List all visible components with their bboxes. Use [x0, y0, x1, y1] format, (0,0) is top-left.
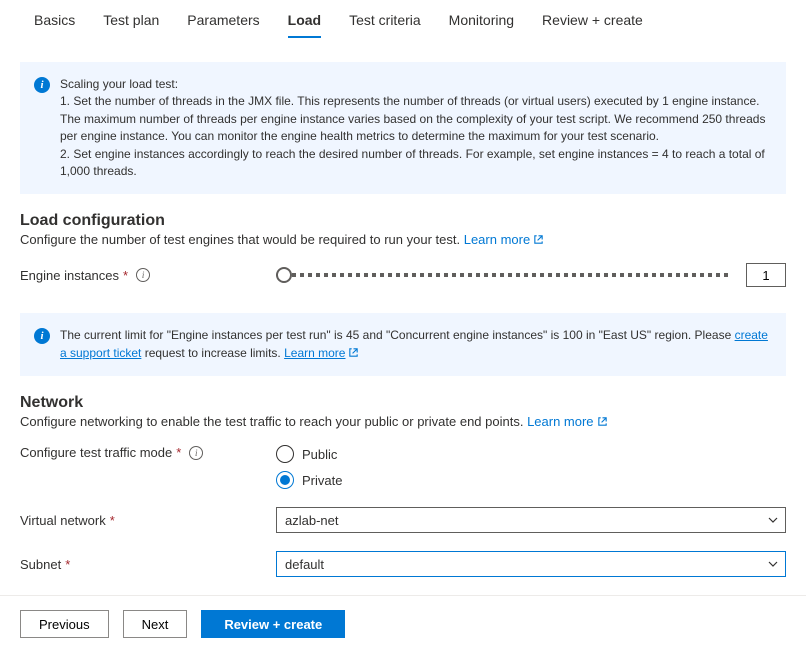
select-value: azlab-net [285, 513, 338, 528]
radio-private[interactable]: Private [276, 471, 342, 489]
tab-bar: Basics Test plan Parameters Load Test cr… [0, 0, 806, 38]
chevron-down-icon [767, 514, 779, 526]
tab-parameters[interactable]: Parameters [173, 4, 273, 38]
load-config-desc-text: Configure the number of test engines tha… [20, 232, 464, 247]
required-asterisk: * [123, 268, 128, 283]
info-icon[interactable]: i [189, 446, 203, 460]
external-link-icon [533, 234, 544, 245]
engine-instances-slider[interactable] [276, 266, 732, 284]
info-scaling-line2: 2. Set engine instances accordingly to r… [60, 147, 765, 178]
learn-more-text: Learn more [464, 232, 530, 247]
section-desc-network: Configure networking to enable the test … [20, 414, 786, 429]
tab-test-plan[interactable]: Test plan [89, 4, 173, 38]
traffic-mode-label: Configure test traffic mode * i [20, 445, 276, 460]
learn-more-text: Learn more [284, 346, 345, 360]
field-subnet: Subnet * default [20, 551, 786, 577]
slider-track [276, 273, 732, 277]
external-link-icon [597, 416, 608, 427]
traffic-mode-radio-group: Public Private [276, 445, 342, 489]
vnet-select[interactable]: azlab-net [276, 507, 786, 533]
engine-instances-label: Engine instances * i [20, 268, 276, 283]
subnet-select[interactable]: default [276, 551, 786, 577]
info-box-scaling: i Scaling your load test: 1. Set the num… [20, 62, 786, 194]
learn-more-link-limit[interactable]: Learn more [284, 346, 359, 360]
radio-icon [276, 445, 294, 463]
label-text: Configure test traffic mode [20, 445, 172, 460]
chevron-down-icon [767, 558, 779, 570]
learn-more-link-load[interactable]: Learn more [464, 232, 544, 247]
info-icon[interactable]: i [136, 268, 150, 282]
info-scaling-line1: 1. Set the number of threads in the JMX … [60, 94, 765, 143]
learn-more-link-network[interactable]: Learn more [527, 414, 607, 429]
label-text: Virtual network [20, 513, 106, 528]
subnet-label: Subnet * [20, 557, 276, 572]
label-text: Subnet [20, 557, 61, 572]
info-icon: i [34, 328, 50, 344]
section-desc-load-config: Configure the number of test engines tha… [20, 232, 786, 247]
engine-instances-slider-wrap [276, 263, 786, 287]
required-asterisk: * [65, 557, 70, 572]
field-vnet: Virtual network * azlab-net [20, 507, 786, 533]
info-box-limit: i The current limit for "Engine instance… [20, 313, 786, 376]
limit-pre: The current limit for "Engine instances … [60, 328, 735, 342]
required-asterisk: * [176, 445, 181, 460]
limit-mid: request to increase limits. [141, 346, 284, 360]
section-title-load-config: Load configuration [20, 212, 786, 230]
next-button[interactable]: Next [123, 610, 188, 638]
tab-load[interactable]: Load [274, 4, 335, 38]
engine-instances-input[interactable] [746, 263, 786, 287]
radio-icon [276, 471, 294, 489]
vnet-label: Virtual network * [20, 513, 276, 528]
info-icon: i [34, 77, 50, 93]
review-create-button[interactable]: Review + create [201, 610, 345, 638]
required-asterisk: * [110, 513, 115, 528]
tab-review[interactable]: Review + create [528, 4, 657, 38]
radio-label: Private [302, 473, 342, 488]
tab-basics[interactable]: Basics [20, 4, 89, 38]
field-traffic-mode: Configure test traffic mode * i Public P… [20, 445, 786, 489]
tab-test-criteria[interactable]: Test criteria [335, 4, 435, 38]
info-text: Scaling your load test: 1. Set the numbe… [60, 76, 770, 180]
tab-monitoring[interactable]: Monitoring [435, 4, 528, 38]
external-link-icon [348, 347, 359, 358]
footer: Previous Next Review + create [0, 596, 806, 658]
network-desc-text: Configure networking to enable the test … [20, 414, 527, 429]
learn-more-text: Learn more [527, 414, 593, 429]
previous-button[interactable]: Previous [20, 610, 109, 638]
select-value: default [285, 557, 324, 572]
info-text: The current limit for "Engine instances … [60, 327, 770, 362]
section-title-network: Network [20, 394, 786, 412]
slider-thumb[interactable] [276, 267, 292, 283]
info-scaling-title: Scaling your load test: [60, 76, 770, 93]
label-text: Engine instances [20, 268, 119, 283]
field-engine-instances: Engine instances * i [20, 263, 786, 287]
radio-public[interactable]: Public [276, 445, 342, 463]
radio-label: Public [302, 447, 337, 462]
